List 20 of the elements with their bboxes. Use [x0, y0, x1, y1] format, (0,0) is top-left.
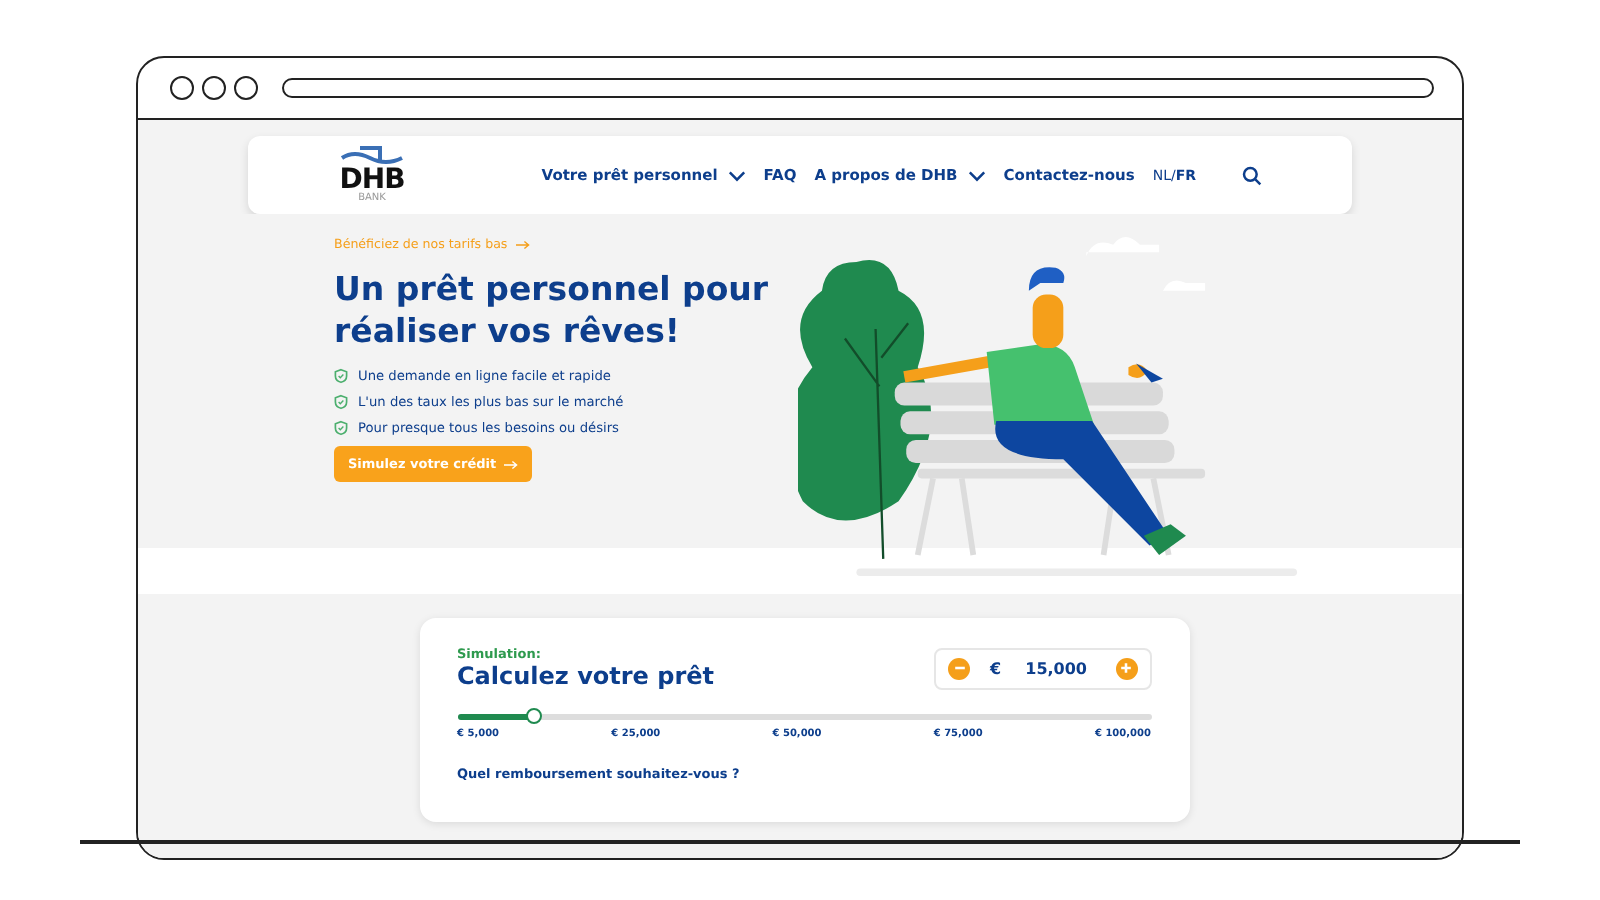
amount-slider[interactable]	[457, 714, 1151, 720]
caret-icon	[967, 169, 986, 181]
shield-check-icon	[334, 368, 348, 384]
window-control-icon[interactable]	[170, 76, 194, 100]
shield-check-icon	[334, 420, 348, 436]
window-control-icon[interactable]	[234, 76, 258, 100]
slider-thumb[interactable]	[525, 708, 542, 724]
shield-check-icon	[334, 394, 348, 410]
arrow-right-icon	[515, 240, 530, 250]
hero-title: Un prêt personnel pour réaliser vos rêves!	[334, 268, 771, 352]
simulation-title: Calculez votre prêt	[457, 662, 715, 690]
search-icon[interactable]	[1242, 165, 1262, 185]
caret-icon	[727, 169, 746, 181]
address-bar[interactable]	[282, 78, 1434, 98]
arrow-right-icon	[504, 459, 519, 469]
currency-symbol: €	[990, 659, 1002, 677]
logo-text: DHB	[339, 166, 405, 194]
amount-value: 15,000	[1025, 659, 1087, 677]
plus-icon	[1118, 660, 1134, 676]
window-control-icon[interactable]	[202, 76, 226, 100]
